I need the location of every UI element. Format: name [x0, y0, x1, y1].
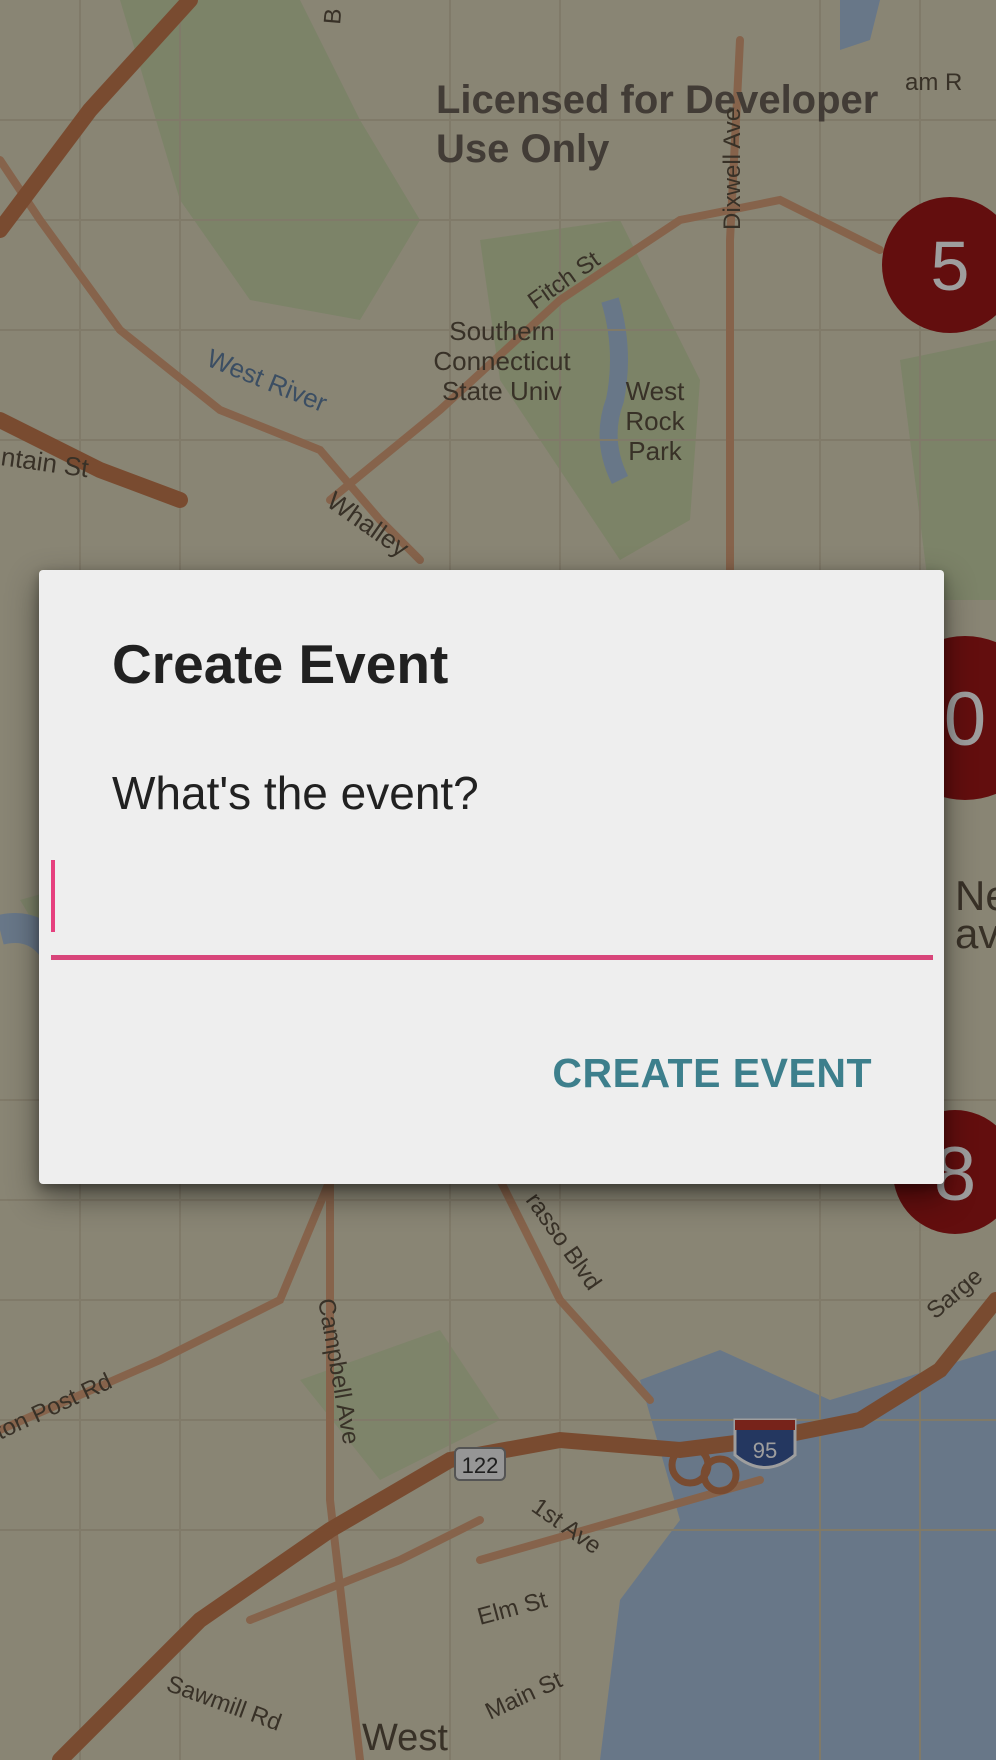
event-input-container[interactable] — [51, 860, 933, 932]
dialog-message: What's the event? — [112, 767, 479, 819]
create-event-button[interactable]: CREATE EVENT — [552, 1050, 872, 1097]
text-cursor — [51, 860, 55, 932]
event-name-input[interactable] — [51, 860, 933, 930]
screen: Licensed for Developer Use Only am R B S… — [0, 0, 996, 1760]
create-event-dialog: Create Event What's the event? CREATE EV… — [39, 570, 944, 1184]
dialog-title: Create Event — [112, 633, 449, 695]
input-underline — [51, 955, 933, 960]
